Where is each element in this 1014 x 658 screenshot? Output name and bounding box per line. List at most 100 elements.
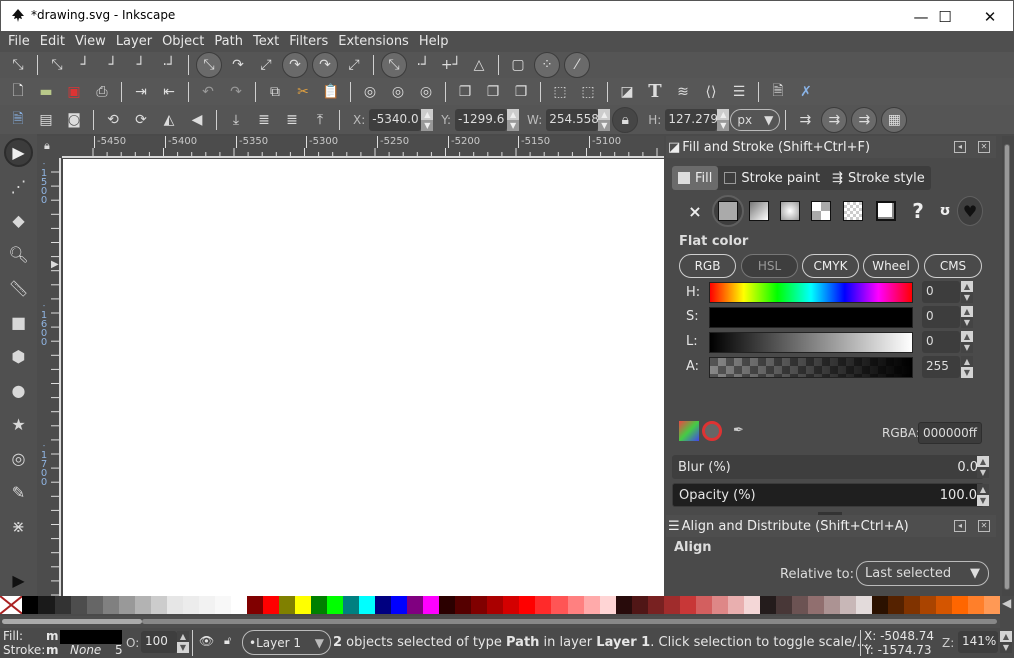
snap-nodes-icon[interactable]: ⤡ [196, 52, 222, 78]
layers-icon[interactable]: ≋ [671, 80, 695, 104]
pencil-tool-icon[interactable]: ✎ [4, 478, 33, 507]
tab-fill[interactable]: Fill [672, 166, 719, 190]
close-button[interactable]: ✕ [967, 1, 1013, 32]
layer-visibility-icon[interactable]: 👁︎ [199, 634, 214, 648]
palette-swatch[interactable] [647, 596, 664, 614]
linear-gradient-button[interactable] [748, 200, 770, 222]
palette-swatch[interactable] [230, 596, 247, 614]
snap-bbox-midpoint-icon[interactable]: ┘ [129, 53, 153, 77]
color-mode-rgb[interactable]: RGB [679, 254, 736, 278]
x-input[interactable]: -5340.0 [369, 108, 422, 131]
palette-swatch[interactable] [759, 596, 776, 614]
clone-icon[interactable]: ❐ [481, 80, 505, 104]
color-mode-wheel[interactable]: Wheel [863, 254, 919, 278]
snap-intersection-icon[interactable]: ⤢ [254, 53, 278, 77]
menu-path[interactable]: Path [210, 34, 247, 49]
blur-slider[interactable]: Blur (%) 0.0 [672, 455, 984, 479]
lower-icon[interactable]: ≣ [252, 108, 276, 132]
document-properties-icon[interactable]: 🗎 [766, 80, 790, 104]
menu-text[interactable]: Text [249, 34, 283, 49]
menu-extensions[interactable]: Extensions [334, 34, 413, 49]
no-paint-button[interactable]: × [684, 200, 706, 222]
palette-swatch[interactable] [54, 596, 71, 614]
drawing-canvas[interactable] [63, 159, 664, 596]
rectangle-tool-icon[interactable]: ■ [4, 308, 33, 337]
palette-swatch[interactable] [150, 596, 167, 614]
palette-swatch[interactable] [70, 596, 87, 614]
measure-tool-icon[interactable]: 📏︎ [4, 274, 33, 303]
w-stepper[interactable]: ▲ ▼ [598, 108, 611, 131]
fill-rule-evenodd-button[interactable]: ʊ [934, 200, 956, 222]
copy-icon[interactable]: ⧉ [263, 80, 287, 104]
palette-swatch[interactable] [423, 596, 440, 614]
dock-scrollbar[interactable] [1002, 136, 1014, 596]
text-font-icon[interactable]: T [643, 80, 667, 104]
palette-swatch[interactable] [343, 596, 360, 614]
x-stepper[interactable]: ▲ ▼ [421, 108, 434, 131]
swatch-button[interactable] [875, 200, 897, 222]
close-panel-icon[interactable]: ✕ [978, 141, 990, 153]
palette-swatch[interactable] [278, 596, 295, 614]
palette-swatch[interactable] [775, 596, 792, 614]
transform-gradients-icon[interactable]: ⇉ [851, 106, 878, 133]
snap-smooth-icon[interactable]: ↷ [312, 52, 338, 78]
rotate-cw-icon[interactable]: ⟳ [129, 108, 153, 132]
collapse-panel-icon[interactable]: ◂ [954, 520, 966, 532]
zoom-input[interactable]: 141% [958, 631, 998, 653]
deselect-icon[interactable]: ◙ [62, 108, 86, 132]
blur-stepper[interactable]: ▲ ▼ [977, 456, 989, 478]
palette-swatch[interactable] [807, 596, 824, 614]
lightness-slider[interactable] [709, 332, 913, 353]
palette-swatch[interactable] [551, 596, 568, 614]
palette-swatch[interactable] [727, 596, 744, 614]
palette-swatch[interactable] [134, 596, 151, 614]
palette-swatch[interactable] [455, 596, 472, 614]
color-wheel-button[interactable] [702, 421, 722, 441]
3d-box-tool-icon[interactable]: ⬢ [4, 342, 33, 371]
palette-swatch[interactable] [615, 596, 632, 614]
select-all-layers-icon[interactable]: ▤ [34, 108, 58, 132]
stroke-width-value[interactable]: 5 [115, 643, 123, 657]
palette-swatch[interactable] [952, 596, 969, 614]
unit-select[interactable]: px ▼ [730, 108, 781, 131]
palette-swatch[interactable] [743, 596, 760, 614]
palette-swatch[interactable] [824, 596, 841, 614]
lower-to-bottom-icon[interactable]: ⤓ [224, 108, 248, 132]
scale-stroke-icon[interactable]: ⇉ [793, 108, 817, 132]
preferences-icon[interactable]: ✗ [794, 80, 818, 104]
unlink-clone-icon[interactable]: ❐ [509, 80, 533, 104]
palette-swatch[interactable] [904, 596, 921, 614]
unset-paint-button[interactable]: ? [907, 199, 929, 223]
guide-lock-icon[interactable]: 🔒︎ [44, 139, 50, 153]
horizontal-ruler[interactable]: -5450 -5400 -5350 -5300 -5250 -5200 -515… [62, 136, 664, 158]
palette-swatch[interactable] [599, 596, 616, 614]
color-picker-icon[interactable]: ✒ [733, 423, 744, 438]
palette-swatch[interactable] [327, 596, 344, 614]
alpha-stepper[interactable]: ▲ ▼ [961, 356, 973, 378]
hue-input[interactable]: 0 [922, 281, 960, 303]
transform-patterns-icon[interactable]: ▦ [881, 106, 908, 133]
hue-slider[interactable] [709, 282, 913, 303]
palette-swatch[interactable] [294, 596, 311, 614]
palette-swatch[interactable] [182, 596, 199, 614]
snap-rotation-center-icon[interactable]: +┘ [439, 53, 463, 77]
palette-swatch[interactable] [166, 596, 183, 614]
h-input[interactable]: 127.279 [665, 108, 718, 131]
color-mode-cmyk[interactable]: CMYK [802, 254, 859, 278]
palette-swatch[interactable] [663, 596, 680, 614]
save-icon[interactable]: ▣ [62, 80, 86, 104]
menu-file[interactable]: File [4, 34, 34, 49]
menu-object[interactable]: Object [158, 34, 208, 49]
palette-swatch[interactable] [86, 596, 103, 614]
snap-bbox-icon[interactable]: ⤡ [45, 53, 69, 77]
snap-others-icon[interactable]: ⤡ [381, 52, 407, 78]
ellipse-tool-icon[interactable]: ● [4, 376, 33, 405]
palette-swatch[interactable] [888, 596, 905, 614]
raise-icon[interactable]: ≣ [280, 108, 304, 132]
menu-filters[interactable]: Filters [285, 34, 332, 49]
rotate-ccw-icon[interactable]: ⟲ [101, 108, 125, 132]
redo-icon[interactable]: ↷ [224, 80, 248, 104]
menu-help[interactable]: Help [415, 34, 453, 49]
w-input[interactable]: 254.558 [546, 108, 599, 131]
snap-path-icon[interactable]: ↷ [226, 53, 250, 77]
